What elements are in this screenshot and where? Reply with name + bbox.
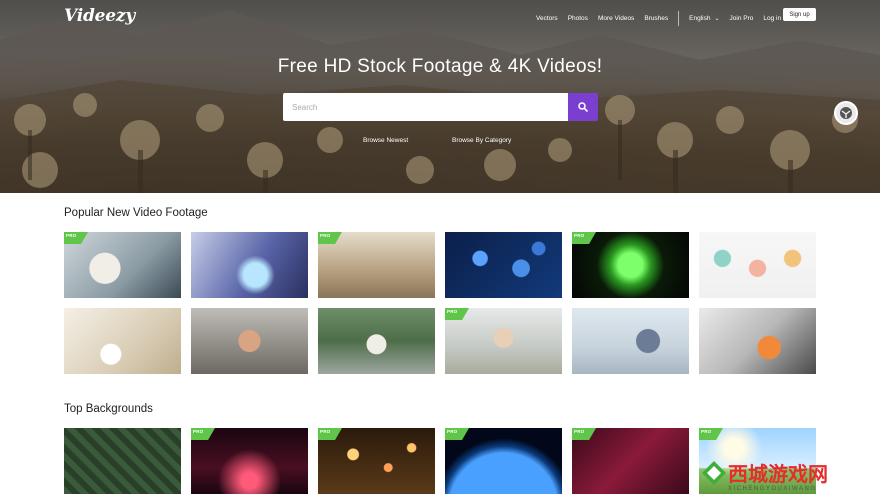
sign-up-button[interactable]: Sign up [783, 8, 816, 21]
side-badge-icon[interactable] [834, 101, 858, 125]
video-thumbnail[interactable] [64, 308, 181, 374]
search-input[interactable] [283, 93, 568, 121]
pro-badge-label: PRO [320, 429, 331, 434]
pro-badge-label: PRO [574, 233, 585, 238]
video-thumbnail[interactable]: PRO [318, 428, 435, 494]
watermark-title: 西城游戏网 [728, 462, 828, 486]
site-watermark: 西城游戏网 XICHENGYOUXIWANG [700, 458, 828, 492]
main-nav: Vectors Photos More Videos Brushes Engli… [536, 10, 791, 26]
video-thumbnail[interactable]: PRO [318, 232, 435, 298]
top-backgrounds-title: Top Backgrounds [64, 403, 153, 415]
pro-badge-label: PRO [701, 429, 712, 434]
video-thumbnail[interactable]: PRO [445, 308, 562, 374]
video-thumbnail[interactable] [64, 428, 181, 494]
video-thumbnail[interactable]: PRO [572, 428, 689, 494]
log-in-link[interactable]: Log in [763, 15, 781, 22]
nav-more-videos[interactable]: More Videos [598, 15, 634, 22]
video-thumbnail[interactable]: PRO [191, 428, 308, 494]
nav-divider [678, 10, 680, 26]
video-thumbnail[interactable] [699, 232, 816, 298]
pro-badge-label: PRO [447, 309, 458, 314]
nav-vectors[interactable]: Vectors [536, 15, 558, 22]
pro-badge-label: PRO [447, 429, 458, 434]
pro-badge-label: PRO [66, 233, 77, 238]
popular-footage-title: Popular New Video Footage [64, 207, 208, 219]
browse-newest-link[interactable]: Browse Newest [363, 137, 408, 144]
language-label: English [689, 14, 711, 22]
hero-banner: Videezy Vectors Photos More Videos Brush… [0, 0, 880, 193]
video-thumbnail[interactable]: PRO [445, 428, 562, 494]
pro-badge-label: PRO [193, 429, 204, 434]
pro-badge-label: PRO [574, 429, 585, 434]
join-pro-link[interactable]: Join Pro [730, 15, 754, 22]
video-thumbnail[interactable] [318, 308, 435, 374]
video-thumbnail[interactable] [191, 308, 308, 374]
watermark-subtitle: XICHENGYOUXIWANG [728, 486, 817, 492]
video-thumbnail[interactable]: PRO [572, 232, 689, 298]
chevron-down-icon: ⌄ [714, 15, 720, 22]
video-thumbnail[interactable]: PRO [64, 232, 181, 298]
nav-photos[interactable]: Photos [568, 15, 588, 22]
nav-brushes[interactable]: Brushes [644, 15, 668, 22]
video-thumbnail[interactable] [445, 232, 562, 298]
language-selector[interactable]: English ⌄ [689, 15, 719, 22]
video-thumbnail[interactable] [572, 308, 689, 374]
video-thumbnail[interactable] [699, 308, 816, 374]
pro-badge-label: PRO [320, 233, 331, 238]
browse-by-category-link[interactable]: Browse By Category [452, 137, 511, 144]
search-icon [578, 102, 588, 112]
search-button[interactable] [568, 93, 598, 121]
hero-title: Free HD Stock Footage & 4K Videos! [277, 56, 603, 77]
watermark-logo-icon [702, 460, 726, 485]
videezy-logo[interactable]: Videezy [64, 6, 135, 26]
video-thumbnail[interactable] [191, 232, 308, 298]
